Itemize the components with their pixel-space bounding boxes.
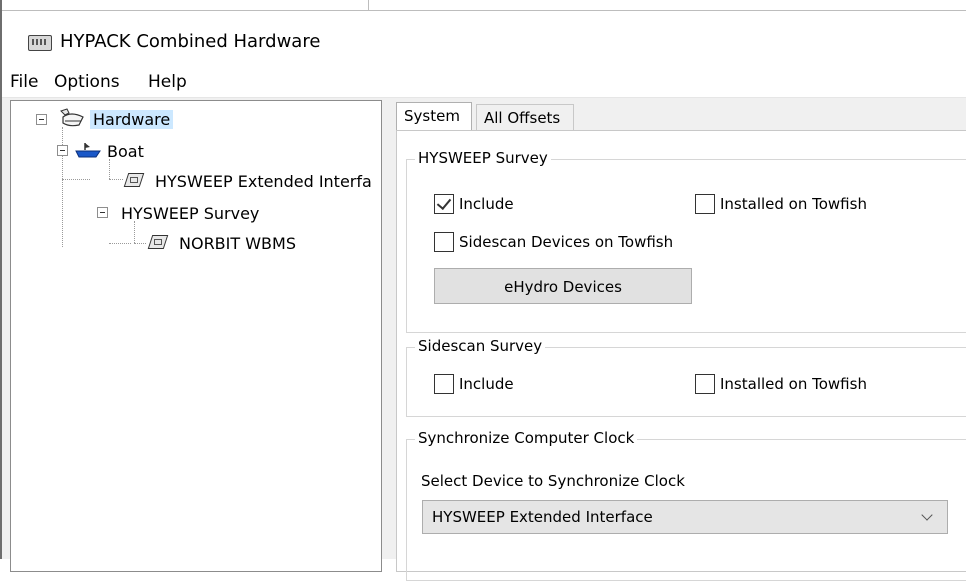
menu-options[interactable]: Options xyxy=(54,72,120,92)
group-title-sync-clock: Synchronize Computer Clock xyxy=(415,429,638,447)
select-device-label: Select Device to Synchronize Clock xyxy=(421,472,685,490)
tree-item-norbit-wbms[interactable]: NORBIT WBMS xyxy=(147,231,347,255)
window-title: HYPACK Combined Hardware xyxy=(60,31,321,52)
hardware-node-icon xyxy=(60,108,84,127)
sidescan-towfish-checkbox[interactable] xyxy=(695,374,715,394)
collapse-icon[interactable] xyxy=(97,207,108,218)
sync-clock-group: Synchronize Computer Clock Select Device… xyxy=(406,429,966,581)
device-icon xyxy=(147,235,167,249)
system-tab-panel: HYSWEEP Survey Include Installed on Towf… xyxy=(396,130,966,581)
menu-file[interactable]: File xyxy=(10,72,38,92)
group-title-sidescan-survey: Sidescan Survey xyxy=(415,337,546,355)
clock-device-select[interactable]: HYSWEEP Extended Interface xyxy=(422,500,948,534)
sidescan-towfish-label: Installed on Towfish xyxy=(720,375,867,393)
tree-item-hardware[interactable]: Hardware xyxy=(33,107,233,131)
sidescan-include-label: Include xyxy=(459,375,514,393)
hysweep-include-label: Include xyxy=(459,195,514,213)
device-icon xyxy=(123,173,143,187)
menu-help[interactable]: Help xyxy=(148,72,187,92)
tree-label-hysweep-survey: HYSWEEP Survey xyxy=(121,204,260,223)
chevron-down-icon xyxy=(921,509,933,521)
tree-label-hysweep-extended: HYSWEEP Extended Interfa xyxy=(155,172,372,191)
title-bar: HYPACK Combined Hardware xyxy=(2,11,966,67)
hysweep-include-checkbox[interactable] xyxy=(434,194,454,214)
sidescan-devices-towfish-label: Sidescan Devices on Towfish xyxy=(459,233,674,251)
hardware-app-icon xyxy=(28,35,52,51)
collapse-icon[interactable] xyxy=(57,145,68,156)
sidescan-devices-towfish-checkbox[interactable] xyxy=(434,232,454,252)
tree-label-norbit-wbms: NORBIT WBMS xyxy=(179,234,296,253)
tree-label-hardware: Hardware xyxy=(90,110,174,129)
hysweep-towfish-checkbox[interactable] xyxy=(695,194,715,214)
clock-device-value: HYSWEEP Extended Interface xyxy=(432,508,653,526)
group-title-hysweep-survey: HYSWEEP Survey xyxy=(415,149,551,167)
tree-item-hysweep-survey[interactable]: HYSWEEP Survey xyxy=(97,201,317,225)
top-strip xyxy=(2,0,966,11)
hysweep-towfish-label: Installed on Towfish xyxy=(720,195,867,213)
menu-bar: File Options Help xyxy=(2,67,966,98)
tree-item-boat[interactable]: Boat xyxy=(57,139,257,163)
sidescan-include-checkbox[interactable] xyxy=(434,374,454,394)
sidescan-survey-group: Sidescan Survey Include Installed on Tow… xyxy=(406,337,966,417)
ehydro-devices-button[interactable]: eHydro Devices xyxy=(434,268,692,304)
hardware-tree[interactable]: Hardware Boat HYSWEEP Extended Interfa H… xyxy=(10,100,382,572)
hardware-window: HYPACK Combined Hardware File Options He… xyxy=(0,0,966,581)
tree-label-boat: Boat xyxy=(107,142,144,161)
tab-all-offsets[interactable]: All Offsets xyxy=(476,104,574,130)
hysweep-survey-group: HYSWEEP Survey Include Installed on Towf… xyxy=(406,149,966,333)
tab-system[interactable]: System xyxy=(396,102,472,130)
tree-item-hysweep-extended-interface[interactable]: HYSWEEP Extended Interfa xyxy=(123,169,383,193)
collapse-icon[interactable] xyxy=(36,114,47,125)
boat-icon xyxy=(75,143,101,158)
